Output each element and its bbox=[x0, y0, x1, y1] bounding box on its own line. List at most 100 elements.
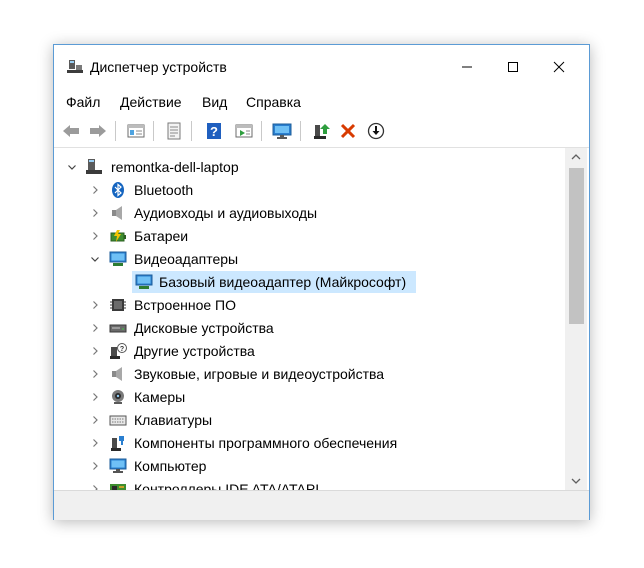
chevron-right-icon[interactable] bbox=[89, 299, 101, 311]
tree-item-label: Базовый видеоадаптер (Майкрософт) bbox=[159, 274, 407, 290]
disable-device-button[interactable] bbox=[364, 119, 388, 143]
tree-item-label: Звуковые, игровые и видеоустройства bbox=[134, 366, 385, 382]
tree-item-keyboards[interactable]: Клавиатуры bbox=[55, 409, 565, 431]
chevron-right-icon[interactable] bbox=[89, 483, 101, 490]
title-bar[interactable]: Диспетчер устройств bbox=[54, 45, 589, 89]
tree-item-label: Клавиатуры bbox=[134, 412, 213, 428]
chevron-right-icon[interactable] bbox=[89, 391, 101, 403]
device-tree[interactable]: remontka-dell-laptop Bluetooth Аудиовход… bbox=[55, 148, 565, 490]
tree-item-label: Камеры bbox=[134, 389, 186, 405]
software-component-icon bbox=[111, 436, 124, 451]
tree-item-audio-io[interactable]: Аудиовходы и аудиовыходы bbox=[55, 202, 565, 224]
computer-tower-icon bbox=[86, 159, 102, 174]
scan-hardware-button[interactable] bbox=[270, 119, 294, 143]
resources-button[interactable] bbox=[162, 119, 186, 143]
tree-item-disk-drives[interactable]: Дисковые устройства bbox=[55, 317, 565, 339]
tree-item-label: Видеоадаптеры bbox=[134, 251, 239, 267]
window-title: Диспетчер устройств bbox=[90, 59, 227, 75]
chevron-right-icon[interactable] bbox=[89, 322, 101, 334]
tree-root[interactable]: remontka-dell-laptop bbox=[55, 156, 565, 178]
tree-item-label: Контроллеры IDE ATA/ATAPI bbox=[134, 481, 320, 490]
toolbar-separator bbox=[115, 121, 116, 141]
computer-icon bbox=[109, 458, 127, 473]
disk-icon bbox=[109, 324, 127, 333]
toolbar: ? bbox=[54, 115, 589, 148]
forward-icon bbox=[90, 125, 106, 137]
tree-item-computer[interactable]: Компьютер bbox=[55, 455, 565, 477]
chevron-up-icon bbox=[571, 154, 581, 160]
chevron-right-icon[interactable] bbox=[89, 460, 101, 472]
tree-item-ide-controllers[interactable]: Контроллеры IDE ATA/ATAPI bbox=[55, 478, 565, 490]
chevron-right-icon[interactable] bbox=[89, 184, 101, 196]
help-icon: ? bbox=[207, 123, 221, 139]
sound-icon bbox=[112, 367, 122, 381]
menu-file[interactable]: Файл bbox=[66, 94, 100, 110]
chevron-right-icon[interactable] bbox=[89, 345, 101, 357]
tree-item-bluetooth[interactable]: Bluetooth bbox=[55, 179, 565, 201]
chevron-right-icon[interactable] bbox=[89, 414, 101, 426]
chevron-down-icon[interactable] bbox=[89, 253, 101, 265]
tree-item-label: Компоненты программного обеспечения bbox=[134, 435, 398, 451]
tree-item-sound-video-game[interactable]: Звуковые, игровые и видеоустройства bbox=[55, 363, 565, 385]
bluetooth-icon bbox=[112, 182, 124, 198]
tree-item-label: Компьютер bbox=[134, 458, 207, 474]
status-bar bbox=[54, 490, 589, 520]
toolbar-separator bbox=[300, 121, 301, 141]
toolbar-separator bbox=[153, 121, 154, 141]
firmware-icon bbox=[110, 299, 126, 311]
device-manager-window: Диспетчер устройств Файл Действие Вид Сп… bbox=[53, 44, 590, 520]
keyboard-icon bbox=[109, 415, 127, 426]
tree-item-batteries[interactable]: Батареи bbox=[55, 225, 565, 247]
tree-item-software-components[interactable]: Компоненты программного обеспечения bbox=[55, 432, 565, 454]
tree-item-basic-display-adapter[interactable]: Базовый видеоадаптер (Майкрософт) bbox=[55, 271, 565, 293]
tree-item-cameras[interactable]: Камеры bbox=[55, 386, 565, 408]
action-view-button[interactable] bbox=[232, 119, 256, 143]
minimize-button[interactable] bbox=[444, 45, 490, 89]
tree-item-label: Батареи bbox=[134, 228, 189, 244]
battery-icon bbox=[110, 230, 126, 242]
display-adapter-icon bbox=[135, 274, 153, 289]
tree-item-label: Встроенное ПО bbox=[134, 297, 236, 313]
tree-item-label: Дисковые устройства bbox=[134, 320, 274, 336]
scan-hardware-icon bbox=[272, 123, 292, 139]
menu-action[interactable]: Действие bbox=[120, 94, 182, 110]
scrollbar-thumb[interactable] bbox=[569, 168, 584, 324]
chevron-right-icon[interactable] bbox=[89, 368, 101, 380]
forward-button[interactable] bbox=[86, 119, 110, 143]
chevron-right-icon[interactable] bbox=[89, 207, 101, 219]
tree-item-display-adapters[interactable]: Видеоадаптеры bbox=[55, 248, 565, 270]
maximize-button[interactable] bbox=[490, 45, 536, 89]
tree-item-label: Аудиовходы и аудиовыходы bbox=[134, 205, 318, 221]
chevron-down-icon[interactable] bbox=[66, 161, 78, 173]
minimize-icon bbox=[462, 66, 472, 68]
scroll-up-button[interactable] bbox=[565, 148, 587, 166]
uninstall-button[interactable] bbox=[336, 119, 360, 143]
chevron-right-icon[interactable] bbox=[89, 437, 101, 449]
uninstall-icon bbox=[340, 123, 356, 139]
help-button[interactable]: ? bbox=[202, 119, 226, 143]
properties-view-button[interactable] bbox=[124, 119, 148, 143]
scroll-down-button[interactable] bbox=[565, 472, 587, 490]
menu-view[interactable]: Вид bbox=[202, 94, 227, 110]
display-adapter-icon bbox=[109, 251, 127, 266]
toolbar-separator bbox=[191, 121, 192, 141]
update-driver-icon bbox=[314, 124, 330, 139]
tree-item-label: Bluetooth bbox=[134, 182, 194, 198]
vertical-scrollbar[interactable] bbox=[565, 148, 587, 490]
tree-item-label: Другие устройства bbox=[134, 343, 255, 359]
back-button[interactable] bbox=[59, 119, 83, 143]
unknown-device-icon: ? bbox=[110, 343, 127, 359]
update-driver-button[interactable] bbox=[310, 119, 334, 143]
close-icon bbox=[553, 61, 565, 73]
tree-item-firmware[interactable]: Встроенное ПО bbox=[55, 294, 565, 316]
camera-icon bbox=[112, 390, 124, 404]
properties-view-icon bbox=[127, 124, 145, 138]
svg-text:?: ? bbox=[120, 346, 124, 353]
back-icon bbox=[63, 125, 79, 137]
menu-bar: Файл Действие Вид Справка bbox=[54, 89, 589, 115]
tree-item-other-devices[interactable]: ? Другие устройства bbox=[55, 340, 565, 362]
action-view-icon bbox=[235, 124, 253, 138]
menu-help[interactable]: Справка bbox=[246, 94, 301, 110]
chevron-right-icon[interactable] bbox=[89, 230, 101, 242]
close-button[interactable] bbox=[536, 45, 582, 89]
